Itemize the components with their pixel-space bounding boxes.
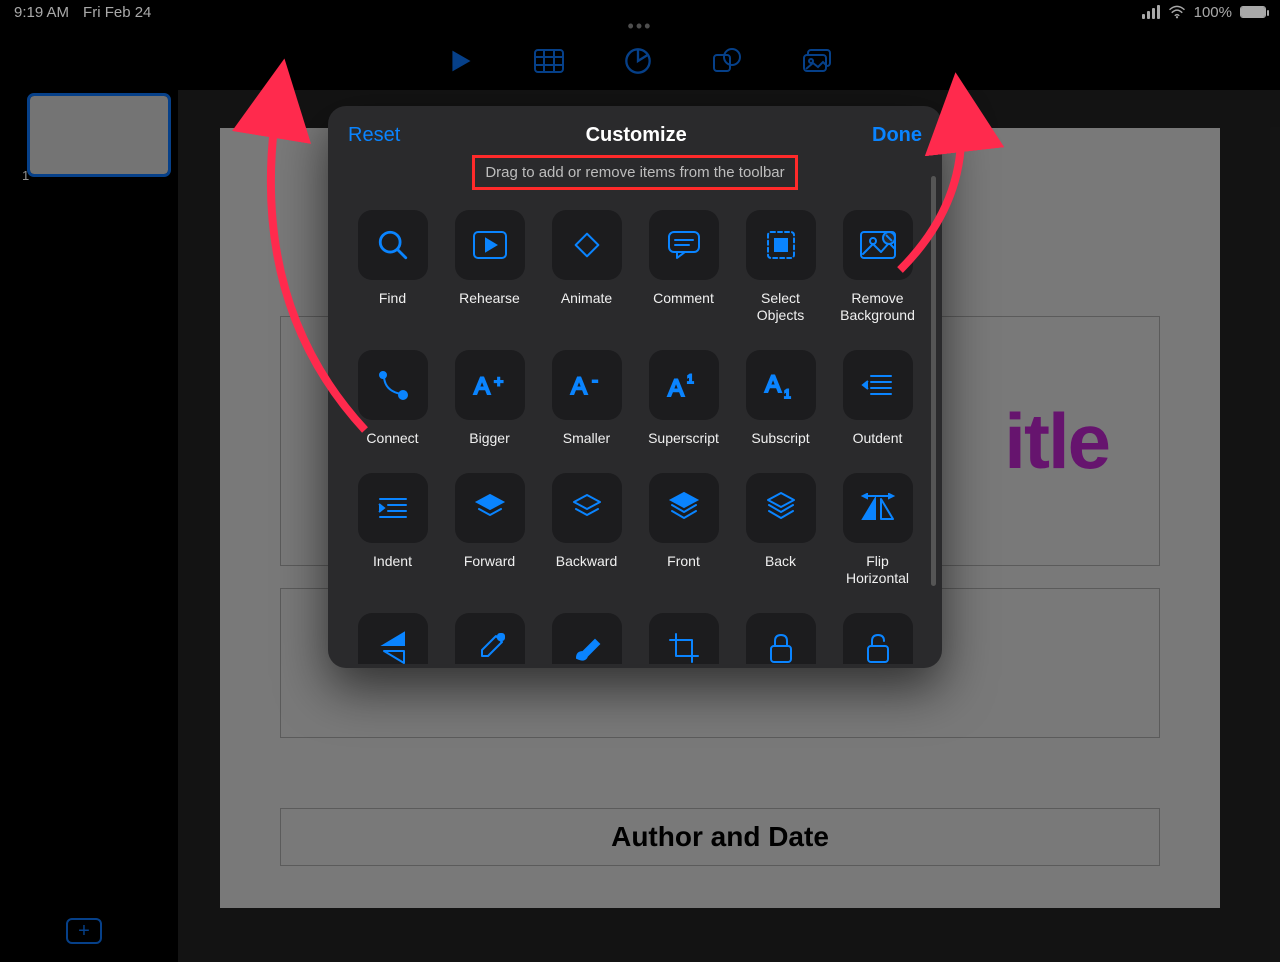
reset-button[interactable]: Reset <box>348 124 400 147</box>
tool-flip-horizontal[interactable]: Flip Horizontal <box>837 473 918 587</box>
tool-smaller[interactable]: A- Smaller <box>546 350 627 447</box>
tool-backward[interactable]: Backward <box>546 473 627 587</box>
lock-icon <box>746 613 816 664</box>
tool-crop[interactable] <box>643 613 724 664</box>
tool-label: Remove Background <box>837 290 918 324</box>
tool-label: Rehearse <box>459 290 520 307</box>
svg-text:A: A <box>668 375 684 400</box>
tool-label: Select Objects <box>740 290 821 324</box>
indent-icon <box>358 473 428 543</box>
tool-front[interactable]: Front <box>643 473 724 587</box>
tool-grid: Find Rehearse Animate Comment Select Objects… <box>348 204 922 664</box>
customize-popover: Reset Customize Done Drag to add or remo… <box>328 106 942 668</box>
flip-vertical-icon <box>358 613 428 664</box>
tool-subscript[interactable]: A1 Subscript <box>740 350 821 447</box>
tool-label: Backward <box>556 553 617 570</box>
bigger-icon: A+ <box>455 350 525 420</box>
popover-subtitle: Drag to add or remove items from the too… <box>472 155 797 190</box>
back-icon <box>746 473 816 543</box>
style-copy-icon <box>455 613 525 664</box>
tool-back[interactable]: Back <box>740 473 821 587</box>
crop-icon <box>649 613 719 664</box>
tool-find[interactable]: Find <box>352 210 433 324</box>
flip-horizontal-icon <box>843 473 913 543</box>
tool-label: Outdent <box>853 430 903 447</box>
svg-text:A: A <box>474 373 490 400</box>
tool-connect[interactable]: Connect <box>352 350 433 447</box>
tool-label: Back <box>765 553 796 570</box>
tool-label: Front <box>667 553 700 570</box>
tool-label: Flip Horizontal <box>837 553 918 587</box>
tool-label: Bigger <box>469 430 509 447</box>
tool-style-copy[interactable] <box>449 613 530 664</box>
svg-text:1: 1 <box>784 387 791 400</box>
find-icon <box>358 210 428 280</box>
tool-bigger[interactable]: A+ Bigger <box>449 350 530 447</box>
svg-text:A: A <box>765 371 781 398</box>
connect-icon <box>358 350 428 420</box>
tool-forward[interactable]: Forward <box>449 473 530 587</box>
scrollbar[interactable] <box>931 176 936 586</box>
select-objects-icon <box>746 210 816 280</box>
svg-text:-: - <box>592 370 598 390</box>
tool-label: Animate <box>561 290 612 307</box>
tool-label: Superscript <box>648 430 719 447</box>
tool-superscript[interactable]: A1 Superscript <box>643 350 724 447</box>
rehearse-icon <box>455 210 525 280</box>
front-icon <box>649 473 719 543</box>
tool-indent[interactable]: Indent <box>352 473 433 587</box>
animate-icon <box>552 210 622 280</box>
outdent-icon <box>843 350 913 420</box>
smaller-icon: A- <box>552 350 622 420</box>
popover-title: Customize <box>586 124 687 147</box>
unlock-icon <box>843 613 913 664</box>
style-paste-icon <box>552 613 622 664</box>
tool-unlock[interactable] <box>837 613 918 664</box>
tool-flip-vertical[interactable] <box>352 613 433 664</box>
tool-label: Subscript <box>751 430 809 447</box>
tool-label: Forward <box>464 553 515 570</box>
svg-text:A: A <box>571 373 587 400</box>
done-button[interactable]: Done <box>872 124 922 147</box>
tool-style-paste[interactable] <box>546 613 627 664</box>
tool-label: Comment <box>653 290 714 307</box>
comment-icon <box>649 210 719 280</box>
tool-comment[interactable]: Comment <box>643 210 724 324</box>
svg-text:+: + <box>494 374 503 391</box>
forward-icon <box>455 473 525 543</box>
tool-rehearse[interactable]: Rehearse <box>449 210 530 324</box>
subscript-icon: A1 <box>746 350 816 420</box>
svg-text:1: 1 <box>687 372 694 386</box>
tool-outdent[interactable]: Outdent <box>837 350 918 447</box>
tool-select-objects[interactable]: Select Objects <box>740 210 821 324</box>
tool-remove-background[interactable]: Remove Background <box>837 210 918 324</box>
remove-background-icon <box>843 210 913 280</box>
tool-label: Find <box>379 290 406 307</box>
backward-icon <box>552 473 622 543</box>
tool-label: Indent <box>373 553 412 570</box>
tool-animate[interactable]: Animate <box>546 210 627 324</box>
tool-label: Smaller <box>563 430 610 447</box>
superscript-icon: A1 <box>649 350 719 420</box>
tool-lock[interactable] <box>740 613 821 664</box>
tool-label: Connect <box>366 430 418 447</box>
